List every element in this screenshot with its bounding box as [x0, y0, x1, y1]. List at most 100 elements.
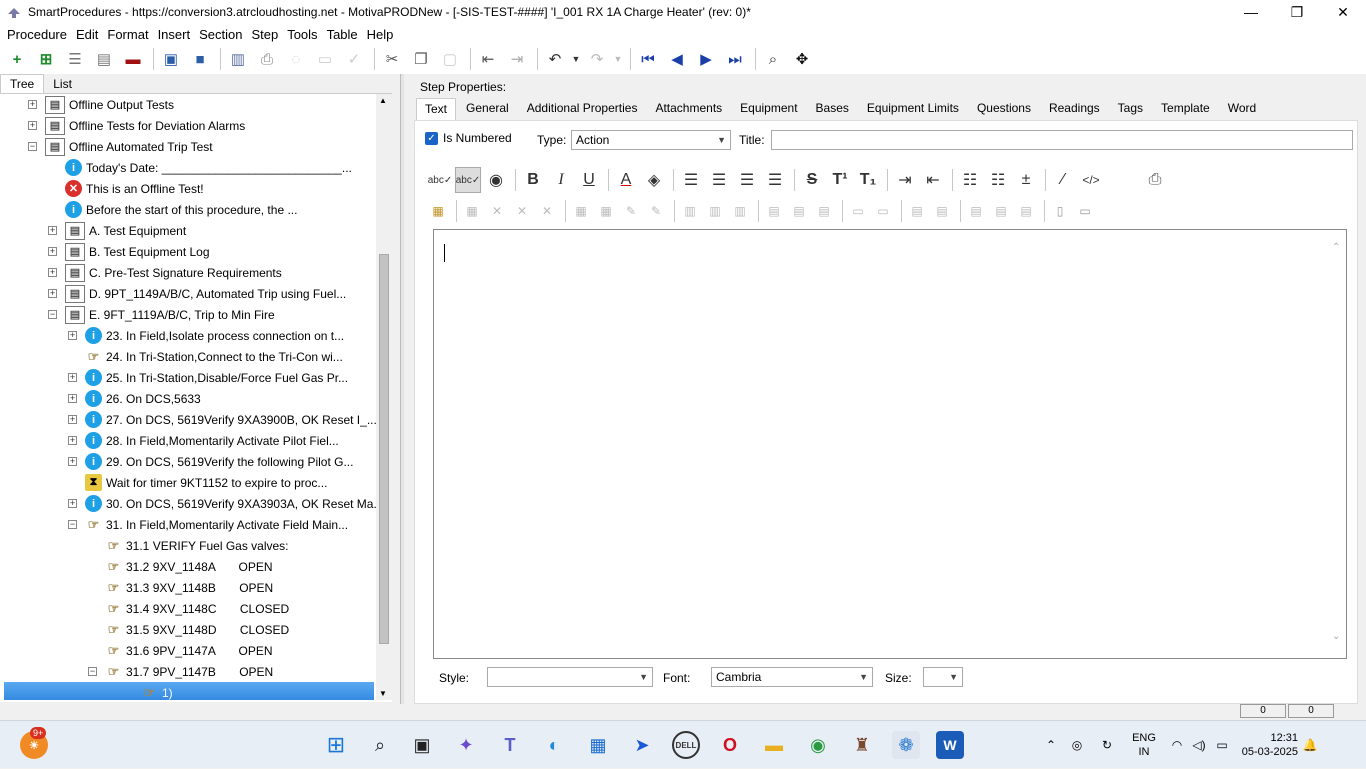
tree-node[interactable]: + ▤ B. Test Equipment Log [48, 241, 210, 262]
insert-row-above-icon[interactable]: ▤ [763, 201, 785, 221]
menu-help[interactable]: Help [367, 27, 394, 42]
bold-icon[interactable]: B [520, 167, 546, 193]
tree-node[interactable]: i Today's Date: _________________________… [48, 157, 352, 178]
tree-node[interactable]: + ▤ C. Pre-Test Signature Requirements [48, 262, 282, 283]
edge-icon[interactable]: ◐ [540, 731, 568, 759]
expand-icon[interactable]: + [68, 436, 77, 445]
export-icon[interactable]: ▥ [225, 46, 251, 72]
redo-icon[interactable]: ↷ [584, 46, 610, 72]
tree-node[interactable]: + ▤ D. 9PT_1149A/B/C, Automated Trip using… [48, 283, 346, 304]
volume-icon[interactable]: ◁) [1188, 738, 1210, 752]
align-left-icon[interactable]: ☰ [678, 167, 704, 193]
start-icon[interactable]: ⊞ [322, 731, 350, 759]
tree-node[interactable]: − ▤ E. 9FT_1119A/B/C, Trip to Min Fire [48, 304, 275, 325]
expand-icon[interactable]: + [28, 121, 37, 130]
vertical-field-icon[interactable]: ▯ [1049, 201, 1071, 221]
collapse-icon[interactable]: − [28, 142, 37, 151]
smartprocedures-taskbar-icon[interactable]: ❁ [892, 731, 920, 759]
tab-template[interactable]: Template [1153, 98, 1218, 120]
notifications-icon[interactable]: 🔔 [1298, 738, 1322, 752]
cell-format-icon[interactable]: ✎ [645, 201, 667, 221]
strikethrough-icon[interactable]: S [799, 167, 825, 193]
numbered-list-icon[interactable]: ☷ [985, 167, 1011, 193]
wifi-icon[interactable]: ◠ [1166, 738, 1188, 752]
expand-icon[interactable]: + [68, 373, 77, 382]
expand-icon[interactable]: + [48, 289, 57, 298]
spellcheck-auto-icon[interactable]: abc✓ [455, 167, 481, 193]
first-icon[interactable]: ⏮ [635, 46, 661, 72]
menu-tools[interactable]: Tools [287, 27, 317, 42]
scroll-up-icon[interactable]: ⌃ [1332, 242, 1340, 253]
font-color-icon[interactable]: A [613, 167, 639, 193]
last-icon[interactable]: ⏭ [722, 46, 748, 72]
language-indicator[interactable]: ENG IN [1122, 731, 1166, 759]
tree-scrollbar[interactable]: ▲ ▼ [376, 94, 392, 700]
menu-section[interactable]: Section [199, 27, 242, 42]
decrease-indent-icon[interactable]: ⇤ [920, 167, 946, 193]
tab-equipment[interactable]: Equipment [732, 98, 805, 120]
align-middle-icon[interactable]: ▤ [990, 201, 1012, 221]
dell-icon[interactable]: DELL [672, 731, 700, 759]
tree-node[interactable]: ✕ This is an Offline Test! [48, 178, 204, 199]
teams-icon[interactable]: T [496, 731, 524, 759]
preview-icon[interactable]: ▭ [312, 46, 338, 72]
expand-icon[interactable]: + [48, 268, 57, 277]
increase-indent-icon[interactable]: ⇥ [892, 167, 918, 193]
subscript-icon[interactable]: T₁ [855, 167, 881, 193]
add-icon[interactable]: + [4, 46, 30, 72]
align-right-icon[interactable]: ☰ [734, 167, 760, 193]
power-automate-icon[interactable]: ➤ [628, 731, 656, 759]
tree-node[interactable]: − ☞ 31. In Field,Momentarily Activate Fiel… [68, 514, 348, 535]
opera-icon[interactable]: O [716, 731, 744, 759]
chrome-icon[interactable]: ◉ [804, 731, 832, 759]
properties-icon[interactable]: ▤ [91, 46, 117, 72]
spellcheck-icon[interactable]: ✓ [341, 46, 367, 72]
tree-node[interactable]: ☞ 31.4 9XV_1148C CLOSED [88, 598, 290, 619]
tree-node[interactable]: + ▤ Offline Tests for Deviation Alarms [28, 115, 245, 136]
scroll-up-icon[interactable]: ▲ [379, 96, 387, 105]
panel-splitter[interactable] [400, 74, 404, 704]
chevron-up-icon[interactable]: ⌃ [1040, 738, 1062, 752]
tab-word[interactable]: Word [1220, 98, 1264, 120]
highlight-icon[interactable]: ◈ [641, 167, 667, 193]
menu-edit[interactable]: Edit [76, 27, 98, 42]
close-button[interactable]: ✕ [1320, 0, 1366, 24]
cell-edit-icon[interactable]: ✎ [620, 201, 642, 221]
copilot-icon[interactable]: ✦ [452, 731, 480, 759]
tab-tags[interactable]: Tags [1110, 98, 1151, 120]
copy-icon[interactable]: ❐ [408, 46, 434, 72]
media-icon[interactable]: ◉ [483, 167, 509, 193]
tab-equipment-limits[interactable]: Equipment Limits [859, 98, 967, 120]
delete-row-icon[interactable]: ▤ [813, 201, 835, 221]
menu-step[interactable]: Step [251, 27, 278, 42]
tree-node[interactable]: + i 26. On DCS,5633 [68, 388, 201, 409]
italic-icon[interactable]: I [548, 167, 574, 193]
horizontal-field-icon[interactable]: ▭ [1074, 201, 1096, 221]
move-icon[interactable]: ✥ [789, 46, 815, 72]
collapse-icon[interactable]: − [88, 667, 97, 676]
minimize-button[interactable]: — [1228, 0, 1274, 24]
insert-row-below-icon[interactable]: ▤ [788, 201, 810, 221]
tree-node[interactable]: + i 29. On DCS, 5619Verify the following P… [68, 451, 353, 472]
expand-icon[interactable]: + [48, 247, 57, 256]
is-numbered-checkbox[interactable]: ✓ Is Numbered [425, 131, 512, 145]
tree-node[interactable]: − ☞ 31.7 9PV_1147B OPEN [88, 661, 273, 682]
menu-table[interactable]: Table [327, 27, 358, 42]
add-child-icon[interactable]: ⊞ [33, 46, 59, 72]
tab-additional-properties[interactable]: Additional Properties [519, 98, 646, 120]
next-icon[interactable]: ▶ [693, 46, 719, 72]
merge-cells-icon[interactable]: ▭ [847, 201, 869, 221]
tree-node[interactable]: − ▤ Offline Automated Trip Test [28, 136, 213, 157]
list-icon[interactable]: ☰ [62, 46, 88, 72]
delete-columns-icon[interactable]: ✕ [536, 201, 558, 221]
tree-node[interactable]: + i 30. On DCS, 5619Verify 9XA3903A, OK Re… [68, 493, 376, 514]
tree-node[interactable]: ☞ 24. In Tri-Station,Connect to the Tri-C… [68, 346, 343, 367]
checkmark-icon[interactable]: ✓ [425, 131, 438, 145]
scroll-down-icon[interactable]: ⌄ [1332, 631, 1340, 642]
paste-icon[interactable]: ▢ [437, 46, 463, 72]
underline-icon[interactable]: U [576, 167, 602, 193]
editor-scrollbar[interactable]: ⌃ ⌄ [1332, 242, 1342, 642]
cell-properties-icon[interactable]: ▦ [570, 201, 592, 221]
scroll-down-icon[interactable]: ▼ [379, 689, 387, 698]
title-input[interactable] [771, 130, 1353, 150]
